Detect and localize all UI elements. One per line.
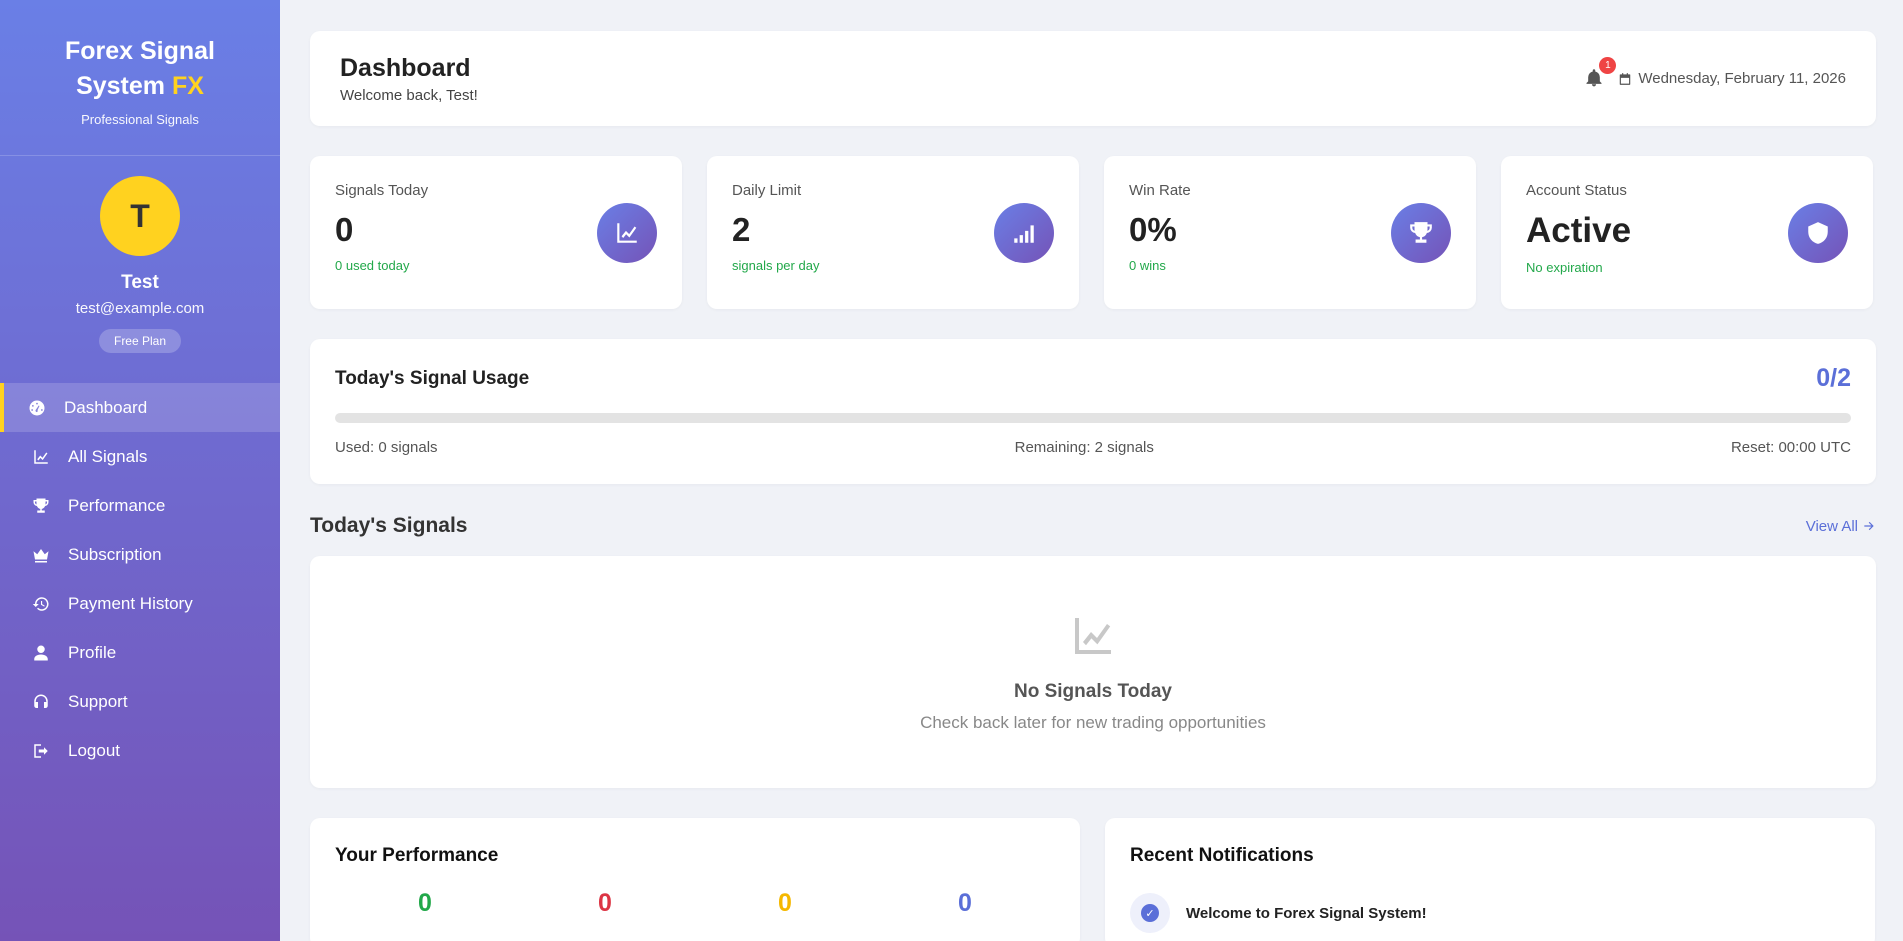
sidebar-item-dashboard[interactable]: Dashboard bbox=[0, 383, 280, 432]
performance-card: Your Performance 0 0 0 0 bbox=[310, 818, 1080, 941]
stat-card-account-status: Account Status Active No expiration bbox=[1501, 156, 1873, 309]
usage-progress-bar bbox=[335, 413, 1851, 423]
stat-sub: No expiration bbox=[1526, 260, 1603, 275]
brand-title-accent: FX bbox=[171, 72, 204, 100]
usage-remaining: Remaining: 2 signals bbox=[1014, 439, 1154, 456]
notifications-card: Recent Notifications ✓ Welcome to Forex … bbox=[1105, 818, 1875, 941]
sidebar-item-all-signals[interactable]: All Signals bbox=[0, 432, 280, 481]
view-all-label: View All bbox=[1805, 517, 1858, 535]
stat-label: Account Status bbox=[1526, 182, 1627, 199]
section-title: Today's Signals bbox=[310, 514, 468, 537]
line-chart-icon bbox=[597, 203, 657, 263]
trophy-icon bbox=[1391, 203, 1451, 263]
signal-bars-icon bbox=[994, 203, 1054, 263]
welcome-message: Welcome back, Test! bbox=[340, 86, 478, 104]
empty-subtitle: Check back later for new trading opportu… bbox=[920, 712, 1266, 732]
headset-icon bbox=[32, 693, 50, 711]
user-name: Test bbox=[121, 272, 159, 293]
user-icon bbox=[32, 644, 50, 662]
sidebar-item-subscription[interactable]: Subscription bbox=[0, 530, 280, 579]
notification-icon: ✓ bbox=[1130, 893, 1170, 933]
signal-usage-card: Today's Signal Usage 0/2 Used: 0 signals… bbox=[310, 339, 1876, 484]
notification-bell[interactable]: 1 bbox=[1584, 56, 1617, 90]
sidebar-item-label: Payment History bbox=[68, 593, 193, 613]
sidebar-item-label: Support bbox=[68, 691, 128, 711]
shield-icon bbox=[1788, 203, 1848, 263]
sidebar-item-performance[interactable]: Performance bbox=[0, 481, 280, 530]
notifications-title: Recent Notifications bbox=[1130, 845, 1314, 866]
header-right: 1 Wednesday, February 11, 2026 bbox=[1584, 56, 1846, 90]
stat-card-daily-limit: Daily Limit 2 signals per day bbox=[707, 156, 1079, 309]
sidebar-item-profile[interactable]: Profile bbox=[0, 628, 280, 677]
sidebar-item-payment-history[interactable]: Payment History bbox=[0, 579, 280, 628]
stat-sub: signals per day bbox=[732, 258, 820, 273]
view-all-link[interactable]: View All bbox=[1806, 518, 1876, 535]
brand-title: Forex Signal System FX bbox=[0, 34, 280, 104]
sidebar-item-label: Logout bbox=[68, 740, 120, 760]
user-email: test@example.com bbox=[75, 300, 205, 317]
brand: Forex Signal System FX Professional Sign… bbox=[0, 0, 280, 127]
todays-signals-header: Today's Signals View All bbox=[310, 514, 1876, 538]
sidebar-item-logout[interactable]: Logout bbox=[0, 726, 280, 775]
brand-title-line2: System bbox=[76, 72, 166, 100]
performance-value: 0 bbox=[778, 889, 792, 917]
notification-item[interactable]: ✓ Welcome to Forex Signal System! bbox=[1130, 893, 1850, 933]
plan-badge: Free Plan bbox=[98, 329, 182, 353]
notification-text: Welcome to Forex Signal System! bbox=[1186, 904, 1427, 922]
performance-values: 0 0 0 0 bbox=[335, 889, 1055, 918]
performance-value: 0 bbox=[598, 889, 612, 917]
stat-label: Daily Limit bbox=[732, 182, 802, 199]
current-date: Wednesday, February 11, 2026 bbox=[1638, 70, 1846, 87]
sidebar-item-support[interactable]: Support bbox=[0, 677, 280, 726]
stats-row: Signals Today 0 0 used today Daily Limit… bbox=[310, 156, 1876, 309]
stat-sub: 0 used today bbox=[335, 258, 410, 273]
usage-title: Today's Signal Usage bbox=[335, 367, 530, 389]
brand-title-line1: Forex Signal bbox=[64, 37, 216, 65]
signals-empty-state: No Signals Today Check back later for ne… bbox=[310, 556, 1876, 788]
sidebar: Forex Signal System FX Professional Sign… bbox=[0, 0, 280, 941]
line-chart-icon bbox=[32, 448, 50, 466]
user-panel: T Test test@example.com Free Plan bbox=[0, 156, 280, 353]
sidebar-item-label: Profile bbox=[68, 642, 117, 662]
notification-badge: 1 bbox=[1599, 56, 1617, 74]
trophy-icon bbox=[32, 497, 50, 515]
stat-sub: 0 wins bbox=[1129, 258, 1166, 273]
brand-subtitle: Professional Signals bbox=[81, 112, 199, 127]
sidebar-nav: Dashboard All Signals Performance Subscr… bbox=[0, 383, 280, 775]
dashboard-gauge-icon bbox=[28, 399, 46, 417]
bottom-row: Your Performance 0 0 0 0 Recent Notifica… bbox=[310, 818, 1876, 941]
performance-value: 0 bbox=[418, 889, 432, 917]
page-title: Dashboard bbox=[340, 53, 471, 82]
stat-card-signals-today: Signals Today 0 0 used today bbox=[310, 156, 682, 309]
performance-value: 0 bbox=[958, 889, 972, 917]
history-icon bbox=[32, 595, 50, 613]
usage-reset: Reset: 00:00 UTC bbox=[1730, 439, 1851, 456]
usage-used: Used: 0 signals bbox=[335, 439, 438, 456]
calendar-icon bbox=[1618, 72, 1632, 86]
line-chart-icon bbox=[1067, 612, 1119, 665]
sidebar-item-label: All Signals bbox=[68, 446, 148, 466]
sidebar-item-label: Performance bbox=[68, 495, 166, 515]
main-content: Dashboard Welcome back, Test! 1 Wednesda… bbox=[310, 31, 1876, 941]
check-icon: ✓ bbox=[1141, 904, 1159, 922]
sidebar-item-label: Dashboard bbox=[64, 397, 148, 417]
stat-label: Win Rate bbox=[1129, 182, 1191, 199]
usage-count: 0/2 bbox=[1816, 364, 1851, 392]
sidebar-item-label: Subscription bbox=[68, 544, 162, 564]
page-header: Dashboard Welcome back, Test! 1 Wednesda… bbox=[310, 31, 1876, 126]
stat-card-win-rate: Win Rate 0% 0 wins bbox=[1104, 156, 1476, 309]
arrow-right-icon bbox=[1864, 521, 1874, 531]
avatar: T bbox=[100, 176, 180, 256]
stat-label: Signals Today bbox=[335, 182, 429, 199]
performance-title: Your Performance bbox=[335, 845, 499, 866]
empty-title: No Signals Today bbox=[1013, 680, 1172, 702]
logout-icon bbox=[32, 742, 50, 760]
crown-icon bbox=[32, 546, 50, 564]
